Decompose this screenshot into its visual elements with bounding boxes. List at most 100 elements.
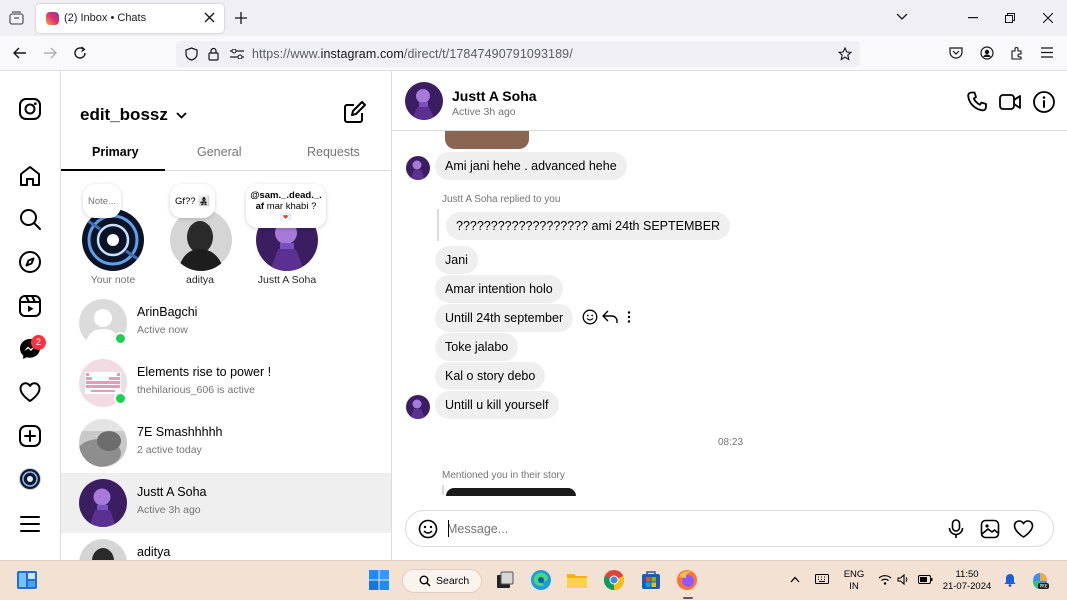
browser-tab-active[interactable]: (2) Inbox • Chats	[36, 4, 224, 33]
inbox-panel: edit_bossz Primary General Requests Note…	[61, 71, 392, 560]
message-bubble[interactable]: Ami jani hehe . advanced hehe	[435, 152, 627, 180]
reply-note: Justt A Soha replied to you	[442, 194, 561, 205]
more-menu-icon[interactable]	[18, 512, 42, 536]
shared-media-thumbnail[interactable]	[445, 131, 529, 149]
microphone-icon[interactable]	[947, 519, 965, 539]
notifications-heart-icon[interactable]	[18, 380, 42, 404]
wifi-icon[interactable]	[878, 574, 892, 585]
edge-browser-icon[interactable]	[530, 569, 554, 593]
tab-primary[interactable]: Primary	[92, 145, 139, 159]
more-options-icon[interactable]	[627, 311, 631, 323]
online-indicator	[114, 332, 127, 345]
video-call-icon[interactable]	[998, 90, 1022, 114]
svg-text:PRE: PRE	[1040, 584, 1048, 589]
battery-icon[interactable]	[918, 575, 933, 584]
conversation-item[interactable]: aditya	[61, 533, 391, 560]
active-tab-indicator	[61, 169, 165, 171]
message-input[interactable]	[447, 520, 927, 538]
chat-contact-name[interactable]: Justt A Soha	[452, 88, 537, 104]
home-icon[interactable]	[18, 164, 42, 188]
new-tab-icon[interactable]	[235, 12, 247, 24]
mention-note: Mentioned you in their story	[442, 470, 565, 481]
copilot-icon[interactable]: PRE	[1030, 571, 1050, 591]
volume-icon[interactable]	[897, 574, 910, 585]
pocket-icon[interactable]	[949, 46, 963, 60]
message-bubble[interactable]: Amar intention holo	[435, 275, 563, 303]
soha-note-line1: @sam._.dead._.	[250, 190, 322, 201]
tab-requests[interactable]: Requests	[307, 145, 360, 159]
microsoft-store-icon[interactable]	[640, 569, 664, 593]
reload-icon[interactable]	[73, 46, 87, 60]
like-heart-icon[interactable]	[1013, 519, 1034, 539]
phone-call-icon[interactable]	[965, 90, 989, 114]
keyboard-icon[interactable]	[815, 574, 829, 584]
tab-overflow-chevron-icon[interactable]	[896, 13, 908, 21]
reels-icon[interactable]	[18, 294, 42, 318]
conversation-item-selected[interactable]: Justt A Soha Active 3h ago	[61, 473, 391, 533]
story-mention-preview[interactable]	[446, 488, 576, 496]
message-bubble[interactable]: Kal o story debo	[435, 362, 546, 390]
conversation-name: aditya	[137, 545, 171, 559]
language-indicator[interactable]: ENG IN	[840, 569, 868, 593]
message-bubble[interactable]: ??????????????????? ami 24th SEPTEMBER	[446, 212, 731, 240]
message-bubble[interactable]: Toke jalabo	[435, 333, 519, 361]
window-restore-icon[interactable]	[1005, 13, 1015, 23]
account-switcher[interactable]: edit_bossz	[80, 105, 187, 125]
message-bubble[interactable]: Untill 24th september	[435, 304, 574, 332]
reply-arrow-icon[interactable]	[602, 310, 618, 324]
instagram-logo-icon[interactable]	[18, 97, 42, 121]
profile-avatar-icon[interactable]	[18, 467, 42, 491]
tray-overflow-chevron-icon[interactable]	[790, 576, 800, 583]
conversation-item[interactable]: 7E Smashhhhh 2 active today	[61, 413, 391, 473]
extensions-icon[interactable]	[1010, 46, 1024, 60]
create-icon[interactable]	[18, 424, 42, 448]
search-icon[interactable]	[18, 207, 42, 231]
conversation-item[interactable]: Elements rise to power ! thehilarious_60…	[61, 353, 391, 413]
widgets-icon[interactable]	[16, 569, 40, 593]
windows-start-icon[interactable]	[368, 569, 392, 593]
aditya-note-bubble: Gf?? 👩‍👧‍👦	[170, 184, 215, 218]
avatar	[79, 479, 127, 527]
taskbar-search[interactable]: Search	[402, 569, 482, 593]
conversation-info-icon[interactable]	[1032, 90, 1056, 114]
window-minimize-icon[interactable]	[968, 17, 978, 19]
task-view-icon[interactable]	[494, 569, 518, 593]
online-indicator	[114, 392, 127, 405]
conversation-item[interactable]: ArinBagchi Active now	[61, 293, 391, 353]
bookmark-star-icon[interactable]	[838, 47, 852, 61]
explore-icon[interactable]	[18, 250, 42, 274]
taskbar-search-icon	[419, 575, 431, 587]
conversation-name: Elements rise to power !	[137, 365, 272, 379]
url-bar[interactable]: https://www.instagram.com/direct/t/17847…	[176, 41, 860, 67]
chrome-browser-icon[interactable]	[603, 569, 627, 593]
app-menu-icon[interactable]	[1041, 47, 1053, 58]
message-bubble[interactable]: Untill u kill yourself	[435, 391, 559, 419]
soha-note-emoji: 💌	[280, 212, 292, 222]
back-icon[interactable]	[13, 47, 27, 59]
taskbar-clock[interactable]: 11:50 21-07-2024	[940, 569, 994, 593]
instagram-side-nav: 2	[0, 71, 61, 560]
react-emoji-icon[interactable]	[582, 309, 598, 325]
tracking-shield-icon[interactable]	[185, 47, 198, 61]
file-explorer-icon[interactable]	[566, 569, 590, 593]
account-icon[interactable]	[980, 46, 994, 60]
tab-list-icon[interactable]	[9, 11, 24, 25]
url-text[interactable]: https://www.instagram.com/direct/t/17847…	[252, 47, 573, 61]
new-message-icon[interactable]	[344, 101, 366, 123]
lock-icon[interactable]	[208, 47, 219, 61]
sender-avatar[interactable]	[406, 156, 430, 180]
account-username: edit_bossz	[80, 105, 168, 124]
window-close-icon[interactable]	[1043, 13, 1053, 23]
permissions-icon[interactable]	[230, 49, 244, 59]
tab-close-icon[interactable]	[204, 12, 215, 23]
chat-avatar[interactable]	[405, 82, 443, 120]
chat-header: Justt A Soha Active 3h ago	[392, 71, 1067, 131]
forward-icon[interactable]	[43, 47, 57, 59]
sender-avatar[interactable]	[406, 395, 430, 419]
emoji-picker-icon[interactable]	[418, 519, 438, 539]
image-upload-icon[interactable]	[980, 519, 1000, 539]
firefox-browser-icon[interactable]	[676, 569, 700, 593]
notification-bell-icon[interactable]	[1004, 573, 1016, 587]
tab-general[interactable]: General	[197, 145, 241, 159]
message-bubble[interactable]: Jani	[435, 246, 478, 274]
